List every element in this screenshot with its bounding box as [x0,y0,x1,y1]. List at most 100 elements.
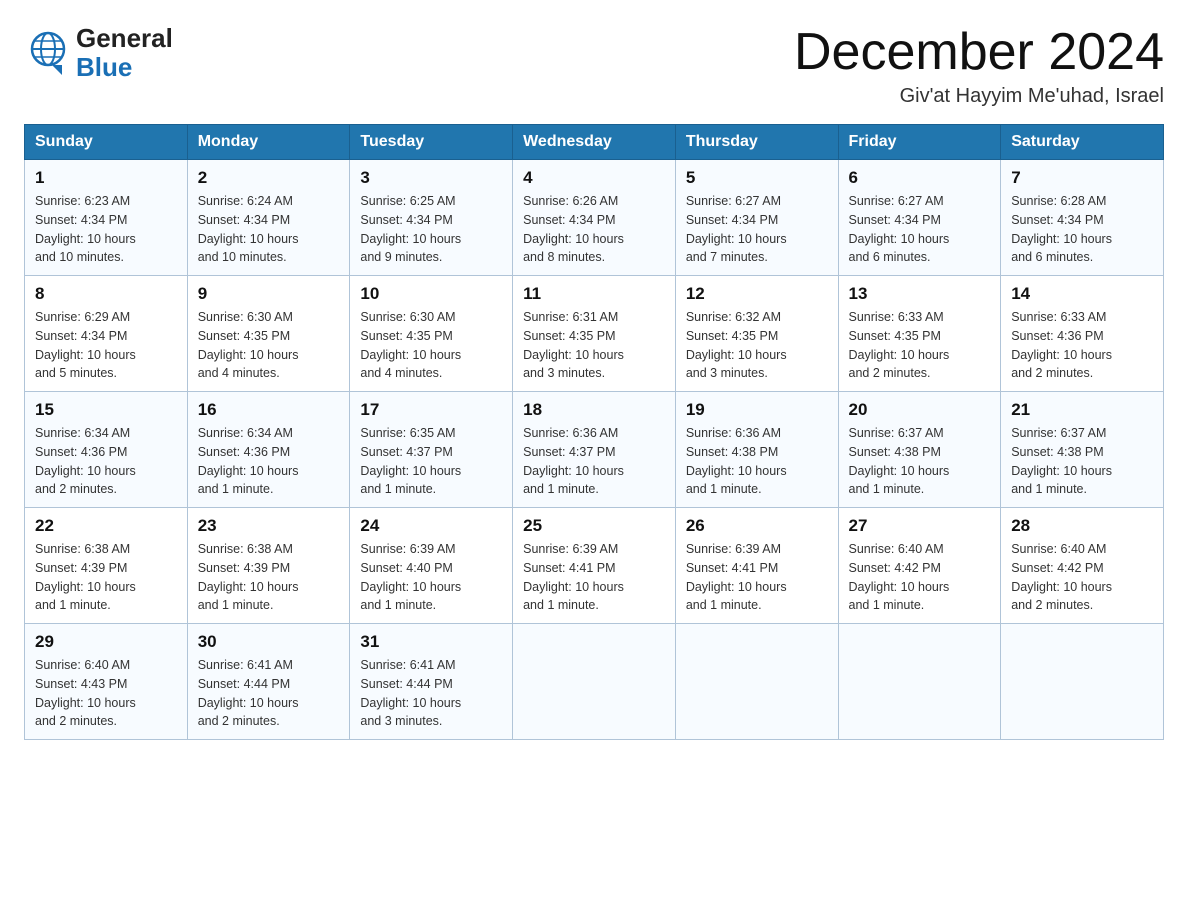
day-info: Sunrise: 6:36 AMSunset: 4:37 PMDaylight:… [523,424,665,499]
day-number: 16 [198,400,340,420]
calendar-week-2: 8Sunrise: 6:29 AMSunset: 4:34 PMDaylight… [25,276,1164,392]
day-number: 2 [198,168,340,188]
day-number: 14 [1011,284,1153,304]
day-info: Sunrise: 6:40 AMSunset: 4:42 PMDaylight:… [849,540,991,615]
calendar-cell: 21 Sunrise: 6:37 AMSunset: 4:38 PMDayligh… [1001,392,1164,508]
calendar-cell: 25 Sunrise: 6:39 AMSunset: 4:41 PMDayligh… [513,508,676,624]
day-info: Sunrise: 6:38 AMSunset: 4:39 PMDaylight:… [35,540,177,615]
day-info: Sunrise: 6:26 AMSunset: 4:34 PMDaylight:… [523,192,665,267]
day-number: 15 [35,400,177,420]
day-info: Sunrise: 6:37 AMSunset: 4:38 PMDaylight:… [1011,424,1153,499]
day-info: Sunrise: 6:32 AMSunset: 4:35 PMDaylight:… [686,308,828,383]
day-info: Sunrise: 6:34 AMSunset: 4:36 PMDaylight:… [198,424,340,499]
calendar-cell: 14Sunrise: 6:33 AMSunset: 4:36 PMDayligh… [1001,276,1164,392]
day-number: 29 [35,632,177,652]
logo-general-text: General [76,23,173,53]
header-cell-wednesday: Wednesday [513,125,676,160]
page-header: General Blue December 2024 Giv'at Hayyim… [24,24,1164,108]
day-number: 26 [686,516,828,536]
calendar-cell: 29 Sunrise: 6:40 AMSunset: 4:43 PMDayligh… [25,624,188,740]
calendar-cell: 30Sunrise: 6:41 AMSunset: 4:44 PMDayligh… [187,624,350,740]
day-info: Sunrise: 6:28 AMSunset: 4:34 PMDaylight:… [1011,192,1153,267]
calendar-cell: 11Sunrise: 6:31 AMSunset: 4:35 PMDayligh… [513,276,676,392]
calendar-cell: 12 Sunrise: 6:32 AMSunset: 4:35 PMDayligh… [675,276,838,392]
calendar-cell: 27 Sunrise: 6:40 AMSunset: 4:42 PMDayligh… [838,508,1001,624]
header-row: SundayMondayTuesdayWednesdayThursdayFrid… [25,125,1164,160]
logo-blue-text: Blue [76,52,132,82]
calendar-week-4: 22 Sunrise: 6:38 AMSunset: 4:39 PMDayligh… [25,508,1164,624]
day-number: 5 [686,168,828,188]
header-cell-friday: Friday [838,125,1001,160]
calendar-cell: 4 Sunrise: 6:26 AMSunset: 4:34 PMDaylight… [513,160,676,276]
calendar-cell [1001,624,1164,740]
day-number: 4 [523,168,665,188]
month-title: December 2024 [794,24,1164,81]
calendar-table: SundayMondayTuesdayWednesdayThursdayFrid… [24,124,1164,740]
day-number: 20 [849,400,991,420]
calendar-cell: 31Sunrise: 6:41 AMSunset: 4:44 PMDayligh… [350,624,513,740]
calendar-cell: 28Sunrise: 6:40 AMSunset: 4:42 PMDayligh… [1001,508,1164,624]
header-cell-saturday: Saturday [1001,125,1164,160]
day-info: Sunrise: 6:37 AMSunset: 4:38 PMDaylight:… [849,424,991,499]
calendar-cell: 15Sunrise: 6:34 AMSunset: 4:36 PMDayligh… [25,392,188,508]
calendar-cell: 8Sunrise: 6:29 AMSunset: 4:34 PMDaylight… [25,276,188,392]
calendar-cell: 5Sunrise: 6:27 AMSunset: 4:34 PMDaylight… [675,160,838,276]
day-info: Sunrise: 6:35 AMSunset: 4:37 PMDaylight:… [360,424,502,499]
calendar-week-3: 15 Sunrise: 6:34 AMSunset: 4:36 PMDayligh… [25,392,1164,508]
day-number: 19 [686,400,828,420]
calendar-cell: 18Sunrise: 6:36 AMSunset: 4:37 PMDayligh… [513,392,676,508]
day-info: Sunrise: 6:33 AMSunset: 4:35 PMDaylight:… [849,308,991,383]
title-block: December 2024 Giv'at Hayyim Me'uhad, Isr… [794,24,1164,108]
day-info: Sunrise: 6:31 AMSunset: 4:35 PMDaylight:… [523,308,665,383]
day-info: Sunrise: 6:23 AMSunset: 4:34 PMDaylight:… [35,192,177,267]
header-cell-monday: Monday [187,125,350,160]
logo: General Blue [24,24,173,81]
day-info: Sunrise: 6:29 AMSunset: 4:34 PMDaylight:… [35,308,177,383]
day-info: Sunrise: 6:39 AMSunset: 4:40 PMDaylight:… [360,540,502,615]
day-info: Sunrise: 6:39 AMSunset: 4:41 PMDaylight:… [686,540,828,615]
header-cell-sunday: Sunday [25,125,188,160]
day-info: Sunrise: 6:41 AMSunset: 4:44 PMDaylight:… [198,656,340,731]
calendar-body: 1 Sunrise: 6:23 AMSunset: 4:34 PMDaylight… [25,160,1164,740]
day-number: 25 [523,516,665,536]
location-title: Giv'at Hayyim Me'uhad, Israel [794,85,1164,108]
day-info: Sunrise: 6:30 AMSunset: 4:35 PMDaylight:… [360,308,502,383]
day-number: 3 [360,168,502,188]
day-info: Sunrise: 6:39 AMSunset: 4:41 PMDaylight:… [523,540,665,615]
day-number: 21 [1011,400,1153,420]
day-number: 13 [849,284,991,304]
calendar-cell: 19 Sunrise: 6:36 AMSunset: 4:38 PMDayligh… [675,392,838,508]
day-number: 6 [849,168,991,188]
day-number: 23 [198,516,340,536]
header-cell-tuesday: Tuesday [350,125,513,160]
day-info: Sunrise: 6:38 AMSunset: 4:39 PMDaylight:… [198,540,340,615]
calendar-week-5: 29 Sunrise: 6:40 AMSunset: 4:43 PMDayligh… [25,624,1164,740]
calendar-cell: 9 Sunrise: 6:30 AMSunset: 4:35 PMDaylight… [187,276,350,392]
calendar-cell: 16 Sunrise: 6:34 AMSunset: 4:36 PMDayligh… [187,392,350,508]
day-info: Sunrise: 6:40 AMSunset: 4:42 PMDaylight:… [1011,540,1153,615]
calendar-cell: 13 Sunrise: 6:33 AMSunset: 4:35 PMDayligh… [838,276,1001,392]
calendar-cell: 23 Sunrise: 6:38 AMSunset: 4:39 PMDayligh… [187,508,350,624]
day-number: 31 [360,632,502,652]
day-info: Sunrise: 6:25 AMSunset: 4:34 PMDaylight:… [360,192,502,267]
day-number: 1 [35,168,177,188]
day-number: 24 [360,516,502,536]
day-info: Sunrise: 6:40 AMSunset: 4:43 PMDaylight:… [35,656,177,731]
day-info: Sunrise: 6:36 AMSunset: 4:38 PMDaylight:… [686,424,828,499]
day-number: 22 [35,516,177,536]
calendar-cell: 1 Sunrise: 6:23 AMSunset: 4:34 PMDaylight… [25,160,188,276]
day-number: 9 [198,284,340,304]
calendar-cell [838,624,1001,740]
day-number: 27 [849,516,991,536]
day-info: Sunrise: 6:30 AMSunset: 4:35 PMDaylight:… [198,308,340,383]
calendar-cell: 26 Sunrise: 6:39 AMSunset: 4:41 PMDayligh… [675,508,838,624]
day-number: 17 [360,400,502,420]
calendar-cell: 3 Sunrise: 6:25 AMSunset: 4:34 PMDaylight… [350,160,513,276]
calendar-cell: 17 Sunrise: 6:35 AMSunset: 4:37 PMDayligh… [350,392,513,508]
day-number: 10 [360,284,502,304]
calendar-cell: 6Sunrise: 6:27 AMSunset: 4:34 PMDaylight… [838,160,1001,276]
calendar-header: SundayMondayTuesdayWednesdayThursdayFrid… [25,125,1164,160]
header-cell-thursday: Thursday [675,125,838,160]
day-number: 12 [686,284,828,304]
calendar-week-1: 1 Sunrise: 6:23 AMSunset: 4:34 PMDaylight… [25,160,1164,276]
